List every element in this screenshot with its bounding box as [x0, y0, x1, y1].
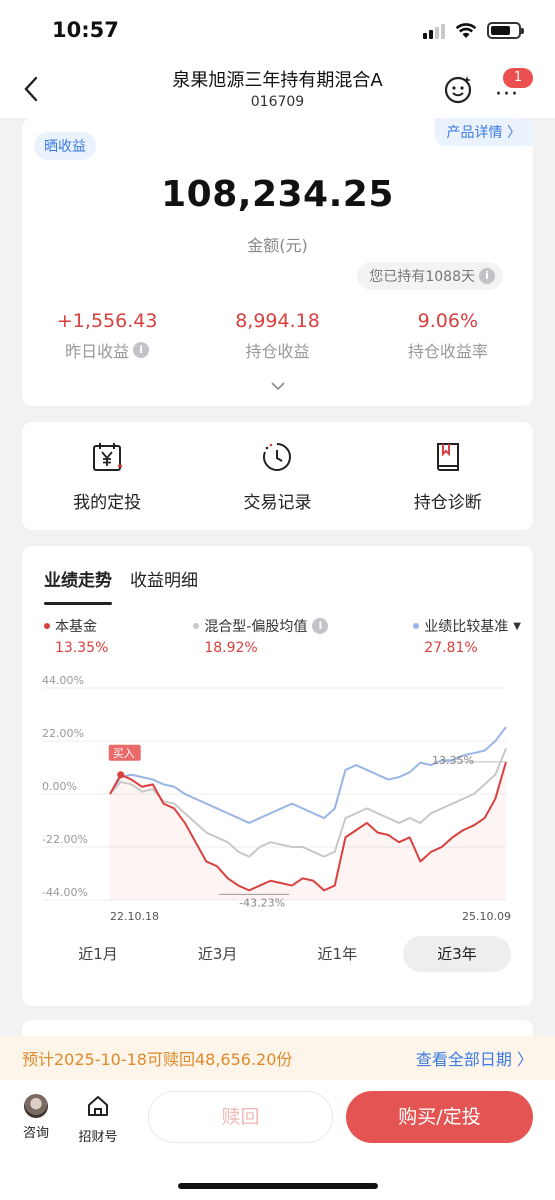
x-end-label: 25.10.09: [462, 910, 511, 923]
performance-tabs: 业绩走势 收益明细: [44, 566, 198, 605]
amount-label: 金额(元): [247, 236, 308, 255]
action-label: 我的定投: [73, 493, 142, 513]
range-1m[interactable]: 近1月: [44, 936, 152, 972]
legend-label: 业绩比较基准: [424, 619, 509, 635]
zhaocai-label: 招财号: [78, 1130, 118, 1145]
redeem-button[interactable]: 赎回: [148, 1091, 333, 1143]
y-tick-label: -22.00%: [42, 833, 88, 846]
book-icon: [436, 443, 459, 471]
min-annotation-label: -43.23%: [239, 896, 285, 909]
legend-item-peer-avg: 混合型-偏股均值 i 18.92%: [193, 616, 329, 656]
legend-dot: [193, 623, 200, 629]
buy-marker-label: 买入: [113, 747, 135, 760]
action-label: 持仓诊断: [413, 493, 482, 513]
status-bar: 10:57: [0, 0, 555, 62]
consult-button[interactable]: 咨询: [11, 1094, 61, 1141]
bottom-action-bar: 咨询 招财号 赎回 购买/定投: [0, 1080, 555, 1200]
action-holding-diagnosis[interactable]: 持仓诊断: [363, 422, 533, 530]
calendar-yuan-icon: [93, 443, 123, 471]
nav-bar: 泉果旭源三年持有期混合A 016709 ··· 1: [0, 62, 555, 118]
holding-amount: 108,234.25: [161, 174, 394, 215]
status-icons: [423, 22, 524, 39]
legend-item-benchmark[interactable]: 业绩比较基准 ▼ 27.81%: [413, 616, 521, 656]
stat-value: +1,556.43: [56, 310, 158, 332]
stat-holding-profit: 8,994.18 持仓收益: [192, 310, 362, 362]
action-my-plan[interactable]: 我的定投: [22, 422, 192, 530]
x-start-label: 22.10.18: [110, 910, 159, 923]
profit-stats: +1,556.43 昨日收益 i 8,994.18 持仓收益 9.06% 持仓收益…: [22, 310, 533, 362]
zhaocai-button[interactable]: 招财号: [73, 1094, 123, 1145]
info-icon[interactable]: i: [312, 618, 329, 634]
more-menu-button[interactable]: ··· 1: [493, 68, 533, 107]
info-icon[interactable]: i: [133, 342, 150, 358]
battery-icon: [487, 22, 524, 39]
end-annotation-label: 13.35%: [432, 754, 474, 767]
chevron-down-icon[interactable]: [270, 380, 286, 392]
tab-performance-trend[interactable]: 业绩走势: [44, 566, 112, 605]
stat-label: 昨日收益: [65, 342, 130, 361]
performance-chart[interactable]: 44.00% 22.00% 0.00% -22.00% -44.00% 买入 -43.23%…: [22, 674, 533, 924]
holding-summary-card: 晒收益 产品详情 〉 108,234.25 金额(元) 您已持有1088天 i …: [22, 118, 533, 406]
range-selector: 近1月 近3月 近1年 近3年: [44, 936, 511, 972]
stat-label: 持仓收益率: [407, 342, 488, 361]
status-time: 10:57: [52, 18, 119, 42]
quick-actions-card: 我的定投 交易记录 持仓诊断: [22, 422, 533, 530]
buy-plan-button[interactable]: 购买/定投: [346, 1091, 533, 1143]
buy-point: [117, 771, 125, 779]
wifi-icon: [455, 23, 477, 38]
avatar: [24, 1094, 48, 1118]
chart-legend: 本基金 13.35% 混合型-偏股均值 i 18.92% 业绩比较基准 ▼ 27.8…: [44, 616, 521, 656]
notification-badge: 1: [503, 68, 533, 88]
range-3m[interactable]: 近3月: [164, 936, 272, 972]
redeem-notice: 预计2025-10-18可赎回48,656.20份 查看全部日期 〉: [0, 1036, 555, 1080]
legend-label: 混合型-偏股均值: [204, 619, 308, 635]
performance-card: 业绩走势 收益明细 本基金 13.35% 混合型-偏股均值 i 18.92% 业绩…: [22, 546, 533, 1006]
legend-value: 13.35%: [55, 640, 109, 656]
home-indicator: [178, 1183, 378, 1189]
home-icon: [88, 1096, 108, 1116]
held-days-text: 您已持有1088天: [369, 269, 475, 285]
legend-dot: [44, 623, 50, 629]
product-detail-link[interactable]: 产品详情 〉: [434, 118, 533, 146]
action-trade-history[interactable]: 交易记录: [192, 422, 362, 530]
legend-dot: [413, 623, 420, 629]
caret-down-icon: ▼: [513, 620, 521, 632]
legend-value: 18.92%: [204, 640, 258, 656]
stat-holding-return: 9.06% 持仓收益率: [363, 310, 533, 362]
assistant-button[interactable]: [441, 72, 475, 106]
stat-yesterday-profit: +1,556.43 昨日收益 i: [22, 310, 192, 362]
share-profit-button[interactable]: 晒收益: [34, 132, 96, 160]
redeem-text: 预计2025-10-18可赎回48,656.20份: [22, 1050, 293, 1069]
legend-value: 27.81%: [424, 640, 478, 656]
stat-label: 持仓收益: [245, 342, 310, 361]
stat-value: 8,994.18: [235, 310, 320, 332]
legend-label: 本基金: [55, 619, 97, 635]
view-all-dates-link[interactable]: 查看全部日期 〉: [416, 1046, 533, 1070]
y-tick-label: -44.00%: [42, 886, 88, 899]
legend-item-fund: 本基金 13.35%: [44, 616, 108, 656]
tab-profit-detail[interactable]: 收益明细: [130, 566, 198, 605]
y-tick-label: 0.00%: [42, 780, 77, 793]
info-icon: i: [479, 268, 495, 284]
held-days-pill[interactable]: 您已持有1088天 i: [357, 262, 503, 290]
range-1y[interactable]: 近1年: [283, 936, 391, 972]
smiley-bot-icon: [444, 76, 472, 104]
y-tick-label: 44.00%: [42, 674, 84, 687]
y-tick-label: 22.00%: [42, 727, 84, 740]
action-label: 交易记录: [243, 493, 312, 513]
cellular-signal-icon: [423, 23, 445, 39]
history-clock-icon: [263, 443, 292, 471]
more-dots-icon: ···: [495, 82, 519, 107]
stat-value: 9.06%: [417, 310, 478, 332]
consult-label: 咨询: [22, 1126, 49, 1141]
range-3y[interactable]: 近3年: [402, 936, 511, 972]
